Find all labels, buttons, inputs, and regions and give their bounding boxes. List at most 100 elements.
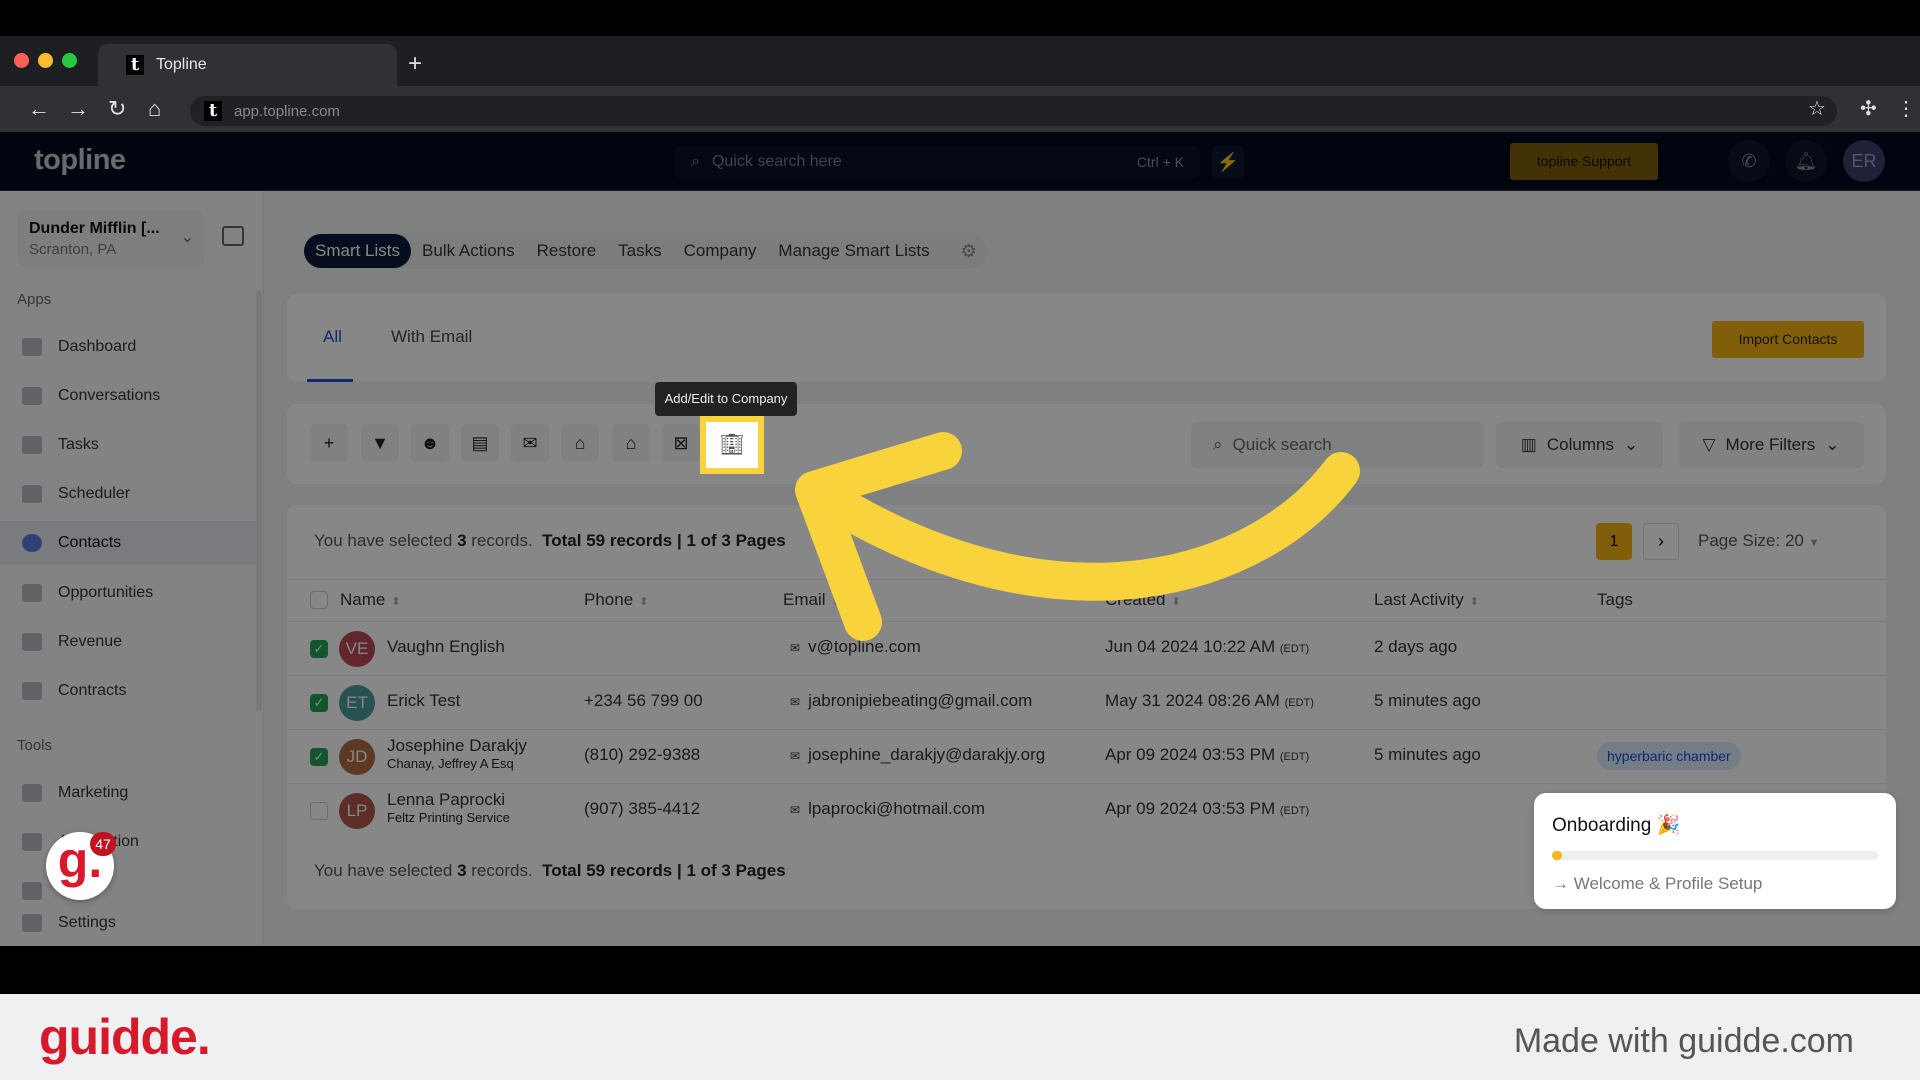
- delete-button[interactable]: ⊠: [662, 424, 700, 462]
- row-checkbox[interactable]: ✓: [310, 748, 328, 766]
- guidde-logo: guidde.: [39, 1009, 211, 1065]
- column-header-created[interactable]: Created ⬍: [1105, 590, 1181, 610]
- contact-name-cell[interactable]: Josephine Darakjy Chanay, Jeffrey A Esq: [387, 736, 527, 771]
- browser-tab[interactable]: t Topline: [98, 44, 397, 86]
- tag-remove-button[interactable]: ⌂: [612, 424, 650, 462]
- tag-chip[interactable]: hyperbaric chamber: [1597, 742, 1741, 770]
- page-size-select[interactable]: Page Size: 20 ▼: [1698, 531, 1819, 551]
- email-cell[interactable]: ✉ josephine_darakjy@darakjy.org: [790, 745, 1045, 765]
- lightning-icon[interactable]: ⚡: [1212, 146, 1244, 178]
- column-header-last-activity[interactable]: Last Activity ⬍: [1374, 590, 1479, 610]
- sort-icon[interactable]: ⬍: [1171, 596, 1180, 608]
- contact-name-cell[interactable]: Lenna Paprocki Feltz Printing Service: [387, 790, 510, 825]
- sidebar-item-marketing[interactable]: Marketing: [0, 771, 256, 815]
- email-cell[interactable]: ✉ lpaprocki@hotmail.com: [790, 799, 985, 819]
- forward-icon[interactable]: →: [67, 96, 89, 122]
- bookmark-star-icon[interactable]: ☆: [1808, 96, 1826, 121]
- email-cell[interactable]: ✉ v@topline.com: [790, 637, 921, 657]
- avatar: VE: [339, 631, 375, 667]
- column-header-email[interactable]: Email ⬍: [783, 590, 841, 610]
- tab-bulk-actions[interactable]: Bulk Actions: [411, 234, 526, 268]
- chevron-down-icon: ⌄: [1825, 435, 1840, 454]
- quick-search-placeholder: Quick search: [1232, 435, 1332, 454]
- tab-with-email[interactable]: With Email: [391, 327, 472, 347]
- email-button[interactable]: ✉: [511, 424, 549, 462]
- minimize-window-button[interactable]: [38, 53, 53, 68]
- support-button[interactable]: topline Support: [1510, 143, 1658, 180]
- new-tab-button[interactable]: +: [408, 50, 422, 78]
- sidebar-scrollbar[interactable]: [256, 291, 262, 711]
- row-checkbox[interactable]: [310, 802, 328, 820]
- sort-icon[interactable]: ⬍: [391, 596, 400, 608]
- table-row[interactable]: ✓ VE Vaughn English ✉ v@topline.com Jun 04 20…: [287, 621, 1886, 675]
- browser-menu-icon[interactable]: ⋮: [1896, 96, 1916, 121]
- select-all-checkbox[interactable]: [310, 591, 328, 609]
- email-cell[interactable]: ✉ jabronipiebeating@gmail.com: [790, 691, 1032, 711]
- tab-manage-smart-lists[interactable]: Manage Smart Lists: [767, 234, 940, 268]
- tab-smart-lists[interactable]: Smart Lists: [304, 234, 412, 268]
- close-window-button[interactable]: [14, 53, 29, 68]
- tab-all[interactable]: All: [323, 327, 342, 347]
- sidebar-item-contracts[interactable]: Contracts: [0, 669, 256, 713]
- bell-icon[interactable]: 🔔︎: [1785, 140, 1827, 182]
- sort-icon[interactable]: ⬍: [1470, 596, 1479, 608]
- next-page-button[interactable]: ›: [1643, 523, 1679, 560]
- sidebar-item-contacts[interactable]: Contacts: [0, 521, 256, 565]
- highlighted-company-button[interactable]: 🏢︎: [700, 416, 764, 474]
- reload-icon[interactable]: ↻: [108, 96, 126, 122]
- message-button[interactable]: ▤: [461, 424, 499, 462]
- company-building-icon: 🏢︎: [706, 422, 758, 468]
- row-checkbox[interactable]: ✓: [310, 694, 328, 712]
- sidebar-item-dashboard[interactable]: Dashboard: [0, 325, 256, 369]
- sidebar-item-opportunities[interactable]: Opportunities: [0, 571, 256, 615]
- import-contacts-button[interactable]: Import Contacts: [1712, 321, 1864, 358]
- extensions-icon[interactable]: ✣: [1860, 96, 1877, 121]
- contact-name-cell[interactable]: Vaughn English: [387, 637, 505, 657]
- quick-search-input[interactable]: ⌕ Quick search: [1191, 422, 1484, 468]
- sidebar-item-label: Dashboard: [58, 338, 137, 355]
- onboarding-widget[interactable]: Onboarding 🎉 → Welcome & Profile Setup: [1534, 793, 1896, 909]
- sidebar-item-revenue[interactable]: Revenue: [0, 620, 256, 664]
- sort-icon[interactable]: ⬍: [639, 596, 648, 608]
- home-icon[interactable]: ⌂: [148, 96, 161, 122]
- page-1-button[interactable]: 1: [1596, 523, 1632, 560]
- robot-button[interactable]: ☻: [411, 424, 449, 462]
- column-header-phone[interactable]: Phone ⬍: [584, 590, 648, 610]
- filter-button[interactable]: ▼: [361, 424, 399, 462]
- company-switcher[interactable]: Dunder Mifflin [... Scranton, PA ⌄: [17, 211, 204, 267]
- column-header-tags[interactable]: Tags: [1597, 590, 1633, 610]
- column-header-name[interactable]: Name ⬍: [340, 590, 401, 610]
- more-filters-dropdown[interactable]: ▽ More Filters ⌄: [1678, 422, 1864, 468]
- table-row[interactable]: ✓ JD Josephine Darakjy Chanay, Jeffrey A Es…: [287, 729, 1886, 783]
- chevron-down-icon: ⌄: [180, 229, 194, 246]
- contact-name-cell[interactable]: Erick Test: [387, 691, 460, 711]
- email-icon: ✉: [790, 641, 801, 655]
- maximize-window-button[interactable]: [62, 53, 77, 68]
- plus-button[interactable]: +: [310, 424, 348, 462]
- back-icon[interactable]: ←: [28, 96, 50, 122]
- onboarding-step-link[interactable]: → Welcome & Profile Setup: [1552, 874, 1878, 894]
- global-search-input[interactable]: ⌕ Quick search here Ctrl + K: [675, 146, 1200, 178]
- tag-add-button[interactable]: ⌂: [561, 424, 599, 462]
- sidebar-item-automation[interactable]: Automation: [0, 820, 256, 864]
- settings-gear-icon[interactable]: ⚙: [961, 241, 977, 262]
- email-text: josephine_darakjy@darakjy.org: [808, 745, 1046, 764]
- tab-company[interactable]: Company: [673, 234, 768, 268]
- tab-restore[interactable]: Restore: [526, 234, 608, 268]
- tab-tasks[interactable]: Tasks: [607, 234, 672, 268]
- sidebar-item-tasks[interactable]: Tasks: [0, 423, 256, 467]
- item-icon: [22, 882, 42, 900]
- sidebar-item-settings[interactable]: Settings: [0, 901, 256, 945]
- sidebar-item-scheduler[interactable]: Scheduler: [0, 472, 256, 516]
- collapse-sidebar-icon[interactable]: [222, 226, 244, 246]
- address-bar[interactable]: t app.topline.com: [190, 96, 1837, 126]
- user-avatar[interactable]: ER: [1843, 140, 1885, 182]
- divider: [287, 579, 1886, 580]
- sort-icon[interactable]: ⬍: [832, 596, 841, 608]
- row-checkbox[interactable]: ✓: [310, 640, 328, 658]
- columns-dropdown[interactable]: ▥ Columns ⌄: [1496, 422, 1663, 468]
- phone-icon[interactable]: ✆: [1728, 140, 1770, 182]
- table-row[interactable]: ✓ ET Erick Test +234 56 799 00 ✉ jabronipiebe…: [287, 675, 1886, 729]
- column-label: Phone: [584, 590, 634, 609]
- sidebar-item-conversations[interactable]: Conversations: [0, 374, 256, 418]
